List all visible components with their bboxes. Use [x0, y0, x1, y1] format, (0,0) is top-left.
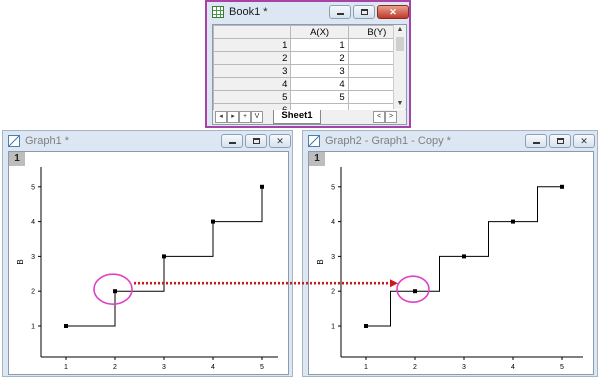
x-tick-label: 4 — [211, 364, 215, 371]
y-tick-label: 4 — [31, 219, 35, 226]
graph1-plot[interactable]: 1234512345AB — [9, 152, 288, 374]
y-tick-label: 5 — [331, 184, 335, 191]
graph1-title: Graph1 * — [25, 135, 70, 147]
row-header[interactable]: 4 — [213, 77, 292, 91]
x-tick-label: 5 — [560, 364, 564, 371]
data-point — [211, 219, 215, 224]
maximize-icon — [557, 138, 564, 144]
x-tick-label: 5 — [260, 364, 264, 371]
data-point — [413, 289, 417, 294]
book1-window[interactable]: Book1 * ✕ A(X) B(Y) 1 1 1 2 2 2 3 3 — [205, 0, 411, 128]
data-point — [260, 184, 264, 189]
graph2-plot[interactable]: 1234512345AB — [309, 152, 593, 374]
maximize-icon — [361, 9, 368, 15]
y-axis-label: B — [316, 259, 325, 264]
row-header[interactable]: 3 — [213, 64, 292, 78]
minimize-icon — [337, 13, 344, 15]
vertical-scrollbar[interactable]: ▲ ▼ — [393, 25, 406, 109]
minimize-button[interactable] — [221, 134, 243, 148]
graph1-page[interactable]: 1 1234512345AB — [8, 151, 289, 375]
y-tick-label: 3 — [331, 254, 335, 261]
maximize-button[interactable] — [245, 134, 267, 148]
x-tick-label: 2 — [413, 364, 417, 371]
graph2-window[interactable]: Graph2 - Graph1 - Copy * ✕ 1 1234512345A… — [302, 130, 598, 377]
data-point — [113, 289, 117, 294]
y-axis-label: B — [16, 259, 25, 264]
row-header[interactable]: 2 — [213, 51, 292, 65]
y-tick-label: 2 — [31, 289, 35, 296]
tab-scroll-left-button[interactable]: < — [373, 111, 385, 123]
cell-a[interactable]: 2 — [290, 51, 349, 65]
data-point — [560, 184, 564, 189]
cell-a[interactable]: 1 — [290, 38, 349, 52]
graph2-titlebar[interactable]: Graph2 - Graph1 - Copy * ✕ — [303, 131, 597, 153]
y-tick-label: 1 — [331, 324, 335, 331]
minimize-button[interactable] — [329, 5, 351, 19]
worksheet-icon — [212, 6, 224, 18]
nav-next-button[interactable]: ▸ — [227, 111, 239, 123]
minimize-icon — [229, 142, 236, 144]
close-button[interactable]: ✕ — [573, 134, 595, 148]
graph-icon — [8, 135, 20, 147]
minimize-button[interactable] — [525, 134, 547, 148]
nav-first-button[interactable]: ◂ — [215, 111, 227, 123]
data-point — [462, 254, 466, 259]
graph2-title: Graph2 - Graph1 - Copy * — [325, 135, 451, 147]
sheet-tab-bar: ◂ ▸ + V Sheet1 < > — [213, 110, 406, 124]
data-point — [364, 324, 368, 328]
graph1-titlebar[interactable]: Graph1 * ✕ — [3, 131, 292, 153]
y-tick-label: 3 — [31, 254, 35, 261]
maximize-icon — [253, 138, 260, 144]
scroll-up-icon[interactable]: ▲ — [394, 25, 406, 35]
data-point — [64, 324, 68, 328]
add-sheet-button[interactable]: + — [239, 111, 251, 123]
cell-a[interactable]: 4 — [290, 77, 349, 91]
corner-header[interactable] — [213, 25, 292, 39]
data-point — [162, 254, 166, 259]
scroll-down-icon[interactable]: ▼ — [394, 99, 406, 109]
x-tick-label: 1 — [364, 364, 368, 371]
x-tick-label: 2 — [113, 364, 117, 371]
book1-titlebar[interactable]: Book1 * ✕ — [207, 2, 409, 24]
y-tick-label: 1 — [31, 324, 35, 331]
x-tick-label: 4 — [511, 364, 515, 371]
graph-icon — [308, 135, 320, 147]
maximize-button[interactable] — [353, 5, 375, 19]
y-tick-label: 4 — [331, 219, 335, 226]
data-point — [511, 219, 515, 224]
sheet-list-button[interactable]: V — [251, 111, 263, 123]
graph2-page[interactable]: 1 1234512345AB — [308, 151, 594, 375]
row-header[interactable]: 1 — [213, 38, 292, 52]
scroll-thumb[interactable] — [396, 37, 404, 51]
row-header[interactable]: 5 — [213, 90, 292, 104]
column-header-a[interactable]: A(X) — [290, 25, 349, 39]
close-button[interactable]: ✕ — [269, 134, 291, 148]
cell-a[interactable]: 3 — [290, 64, 349, 78]
cell-a[interactable]: 5 — [290, 90, 349, 104]
maximize-button[interactable] — [549, 134, 571, 148]
x-tick-label: 3 — [162, 364, 166, 371]
y-tick-label: 5 — [31, 184, 35, 191]
graph1-window[interactable]: Graph1 * ✕ 1 1234512345AB — [2, 130, 293, 377]
x-tick-label: 1 — [64, 364, 68, 371]
close-button[interactable]: ✕ — [377, 5, 409, 19]
sheet-tab[interactable]: Sheet1 — [273, 110, 321, 124]
y-tick-label: 2 — [331, 289, 335, 296]
worksheet-grid[interactable]: A(X) B(Y) 1 1 1 2 2 2 3 3 3 4 4 4 — [213, 25, 406, 117]
minimize-icon — [533, 142, 540, 144]
x-tick-label: 3 — [462, 364, 466, 371]
tab-scroll-right-button[interactable]: > — [385, 111, 397, 123]
worksheet-area[interactable]: A(X) B(Y) 1 1 1 2 2 2 3 3 3 4 4 4 — [212, 24, 407, 125]
book1-title: Book1 * — [229, 6, 268, 18]
